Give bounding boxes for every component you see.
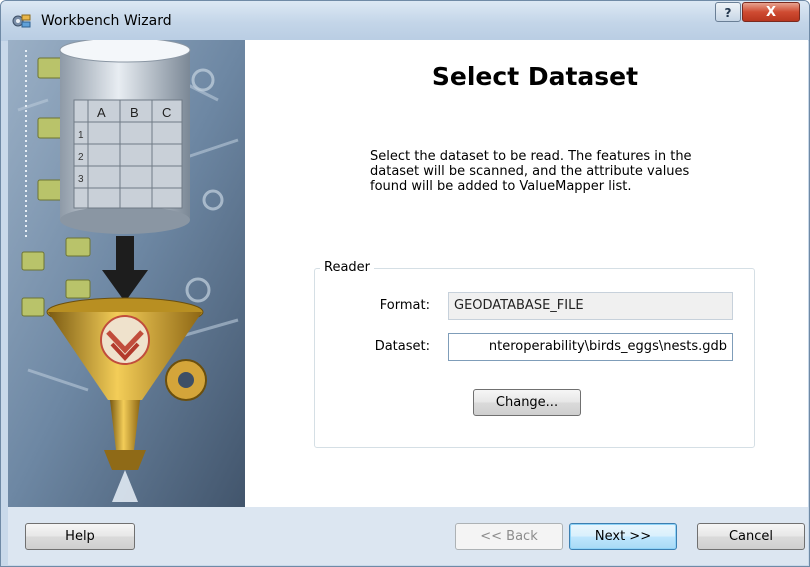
svg-text:1: 1 — [78, 130, 84, 141]
svg-text:2: 2 — [78, 152, 84, 163]
back-button[interactable]: << Back — [455, 523, 563, 550]
svg-text:C: C — [162, 105, 171, 120]
dataset-field[interactable]: nteroperability\birds_eggs\nests.gdb — [448, 333, 733, 361]
dataset-value: nteroperability\birds_eggs\nests.gdb — [488, 339, 727, 354]
format-field: GEODATABASE_FILE — [448, 292, 733, 320]
title-bar[interactable]: Workbench Wizard ? X — [1, 1, 809, 41]
reader-group-label: Reader — [320, 260, 375, 275]
page-description: Select the dataset to be read. The featu… — [370, 149, 692, 194]
workbench-app-icon — [11, 12, 31, 30]
svg-text:3: 3 — [78, 174, 84, 185]
wizard-side-illustration: A B C 1 2 3 — [8, 40, 245, 507]
format-label: Format: — [379, 298, 430, 313]
close-icon[interactable]: X — [742, 2, 800, 22]
help-button[interactable]: Help — [25, 523, 135, 550]
next-button[interactable]: Next >> — [569, 523, 677, 550]
change-button[interactable]: Change... — [473, 389, 581, 416]
svg-text:A: A — [97, 105, 106, 120]
cancel-button[interactable]: Cancel — [697, 523, 805, 550]
page-heading: Select Dataset — [431, 62, 639, 91]
window-title: Workbench Wizard — [41, 13, 172, 29]
dataset-label: Dataset: — [374, 339, 430, 354]
help-question-icon[interactable]: ? — [715, 2, 741, 22]
svg-text:B: B — [130, 105, 139, 120]
